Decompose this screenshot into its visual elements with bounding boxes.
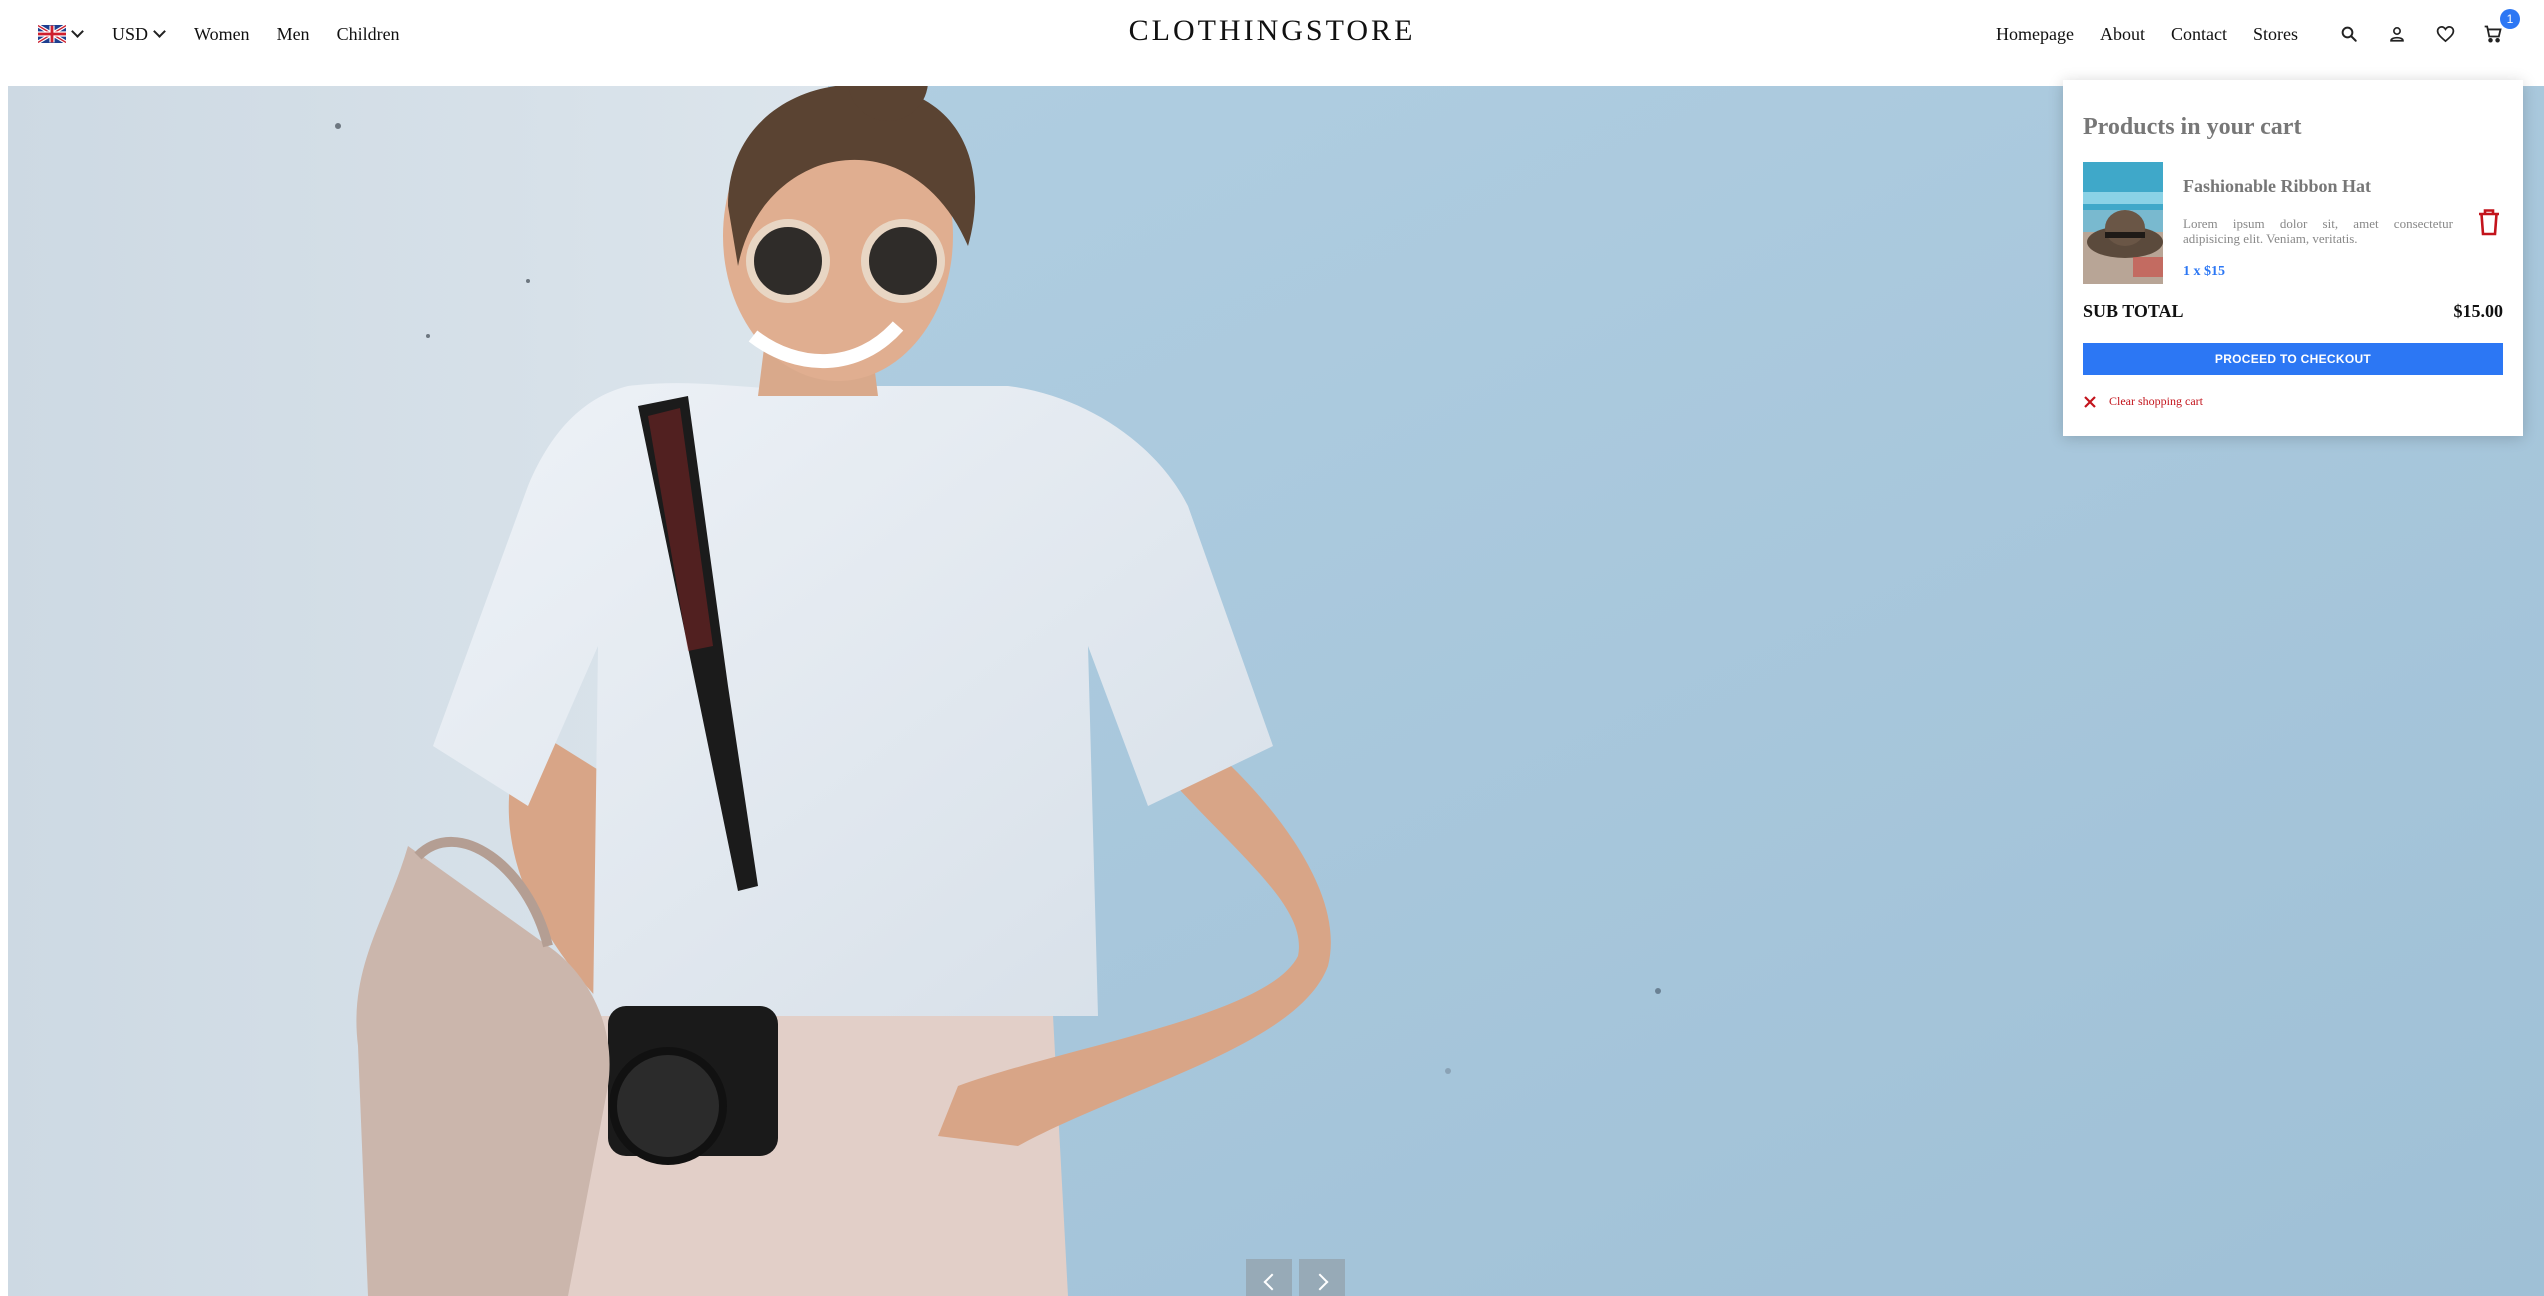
cart-item-description: Lorem ipsum dolor sit, amet consectetur …	[2183, 216, 2453, 246]
hat-product-thumbnail[interactable]	[2083, 162, 2163, 284]
search-icon[interactable]	[2338, 23, 2360, 45]
nav-left-group: USD Women Men Children	[38, 0, 400, 68]
cart-item-name[interactable]: Fashionable Ribbon Hat	[2183, 176, 2371, 197]
cart-dropdown: Products in your cart Fashionable Ribbon…	[2063, 80, 2523, 436]
top-navbar: USD Women Men Children CLOTHINGSTORE Hom…	[0, 0, 2544, 86]
nav-link-homepage[interactable]: Homepage	[1996, 24, 2074, 45]
language-selector[interactable]	[38, 24, 84, 43]
trash-icon[interactable]	[2477, 208, 2501, 236]
nav-link-men[interactable]: Men	[277, 24, 310, 45]
checkout-button[interactable]: PROCEED TO CHECKOUT	[2083, 343, 2503, 375]
chevron-right-icon	[1311, 1273, 1328, 1291]
cart-icon[interactable]: 1	[2482, 9, 2520, 45]
chevron-left-icon	[1263, 1273, 1280, 1291]
chevron-down-icon	[153, 24, 166, 38]
brand-logo[interactable]: CLOTHINGSTORE	[1129, 14, 1416, 47]
close-icon	[2084, 395, 2096, 408]
currency-label: USD	[112, 23, 149, 44]
nav-link-women[interactable]: Women	[194, 24, 250, 45]
cart-item: Fashionable Ribbon Hat Lorem ipsum dolor…	[2083, 162, 2503, 284]
cart-item-quantity-price: 1 x $15	[2183, 264, 2225, 279]
nav-link-about[interactable]: About	[2100, 24, 2145, 45]
heart-icon[interactable]	[2434, 23, 2456, 45]
subtotal-row: SUB TOTAL $15.00	[2083, 301, 2503, 322]
nav-right-group: Homepage About Contact Stores 1	[1970, 0, 2520, 68]
nav-link-stores[interactable]: Stores	[2253, 24, 2298, 45]
currency-selector[interactable]: USD	[112, 23, 166, 45]
slider-prev-button[interactable]	[1246, 1259, 1292, 1296]
subtotal-value: $15.00	[2453, 301, 2504, 321]
user-icon[interactable]	[2386, 23, 2408, 45]
nav-link-children[interactable]: Children	[337, 24, 400, 45]
uk-flag-icon	[38, 25, 66, 43]
slider-next-button[interactable]	[1299, 1259, 1345, 1296]
cart-count-badge: 1	[2500, 9, 2520, 29]
nav-link-contact[interactable]: Contact	[2171, 24, 2227, 45]
clear-cart-button[interactable]: Clear shopping cart	[2083, 394, 2203, 409]
subtotal-label: SUB TOTAL	[2083, 301, 2184, 321]
chevron-down-icon	[71, 24, 84, 38]
cart-title: Products in your cart	[2083, 114, 2302, 140]
clear-cart-label: Clear shopping cart	[2109, 394, 2203, 408]
